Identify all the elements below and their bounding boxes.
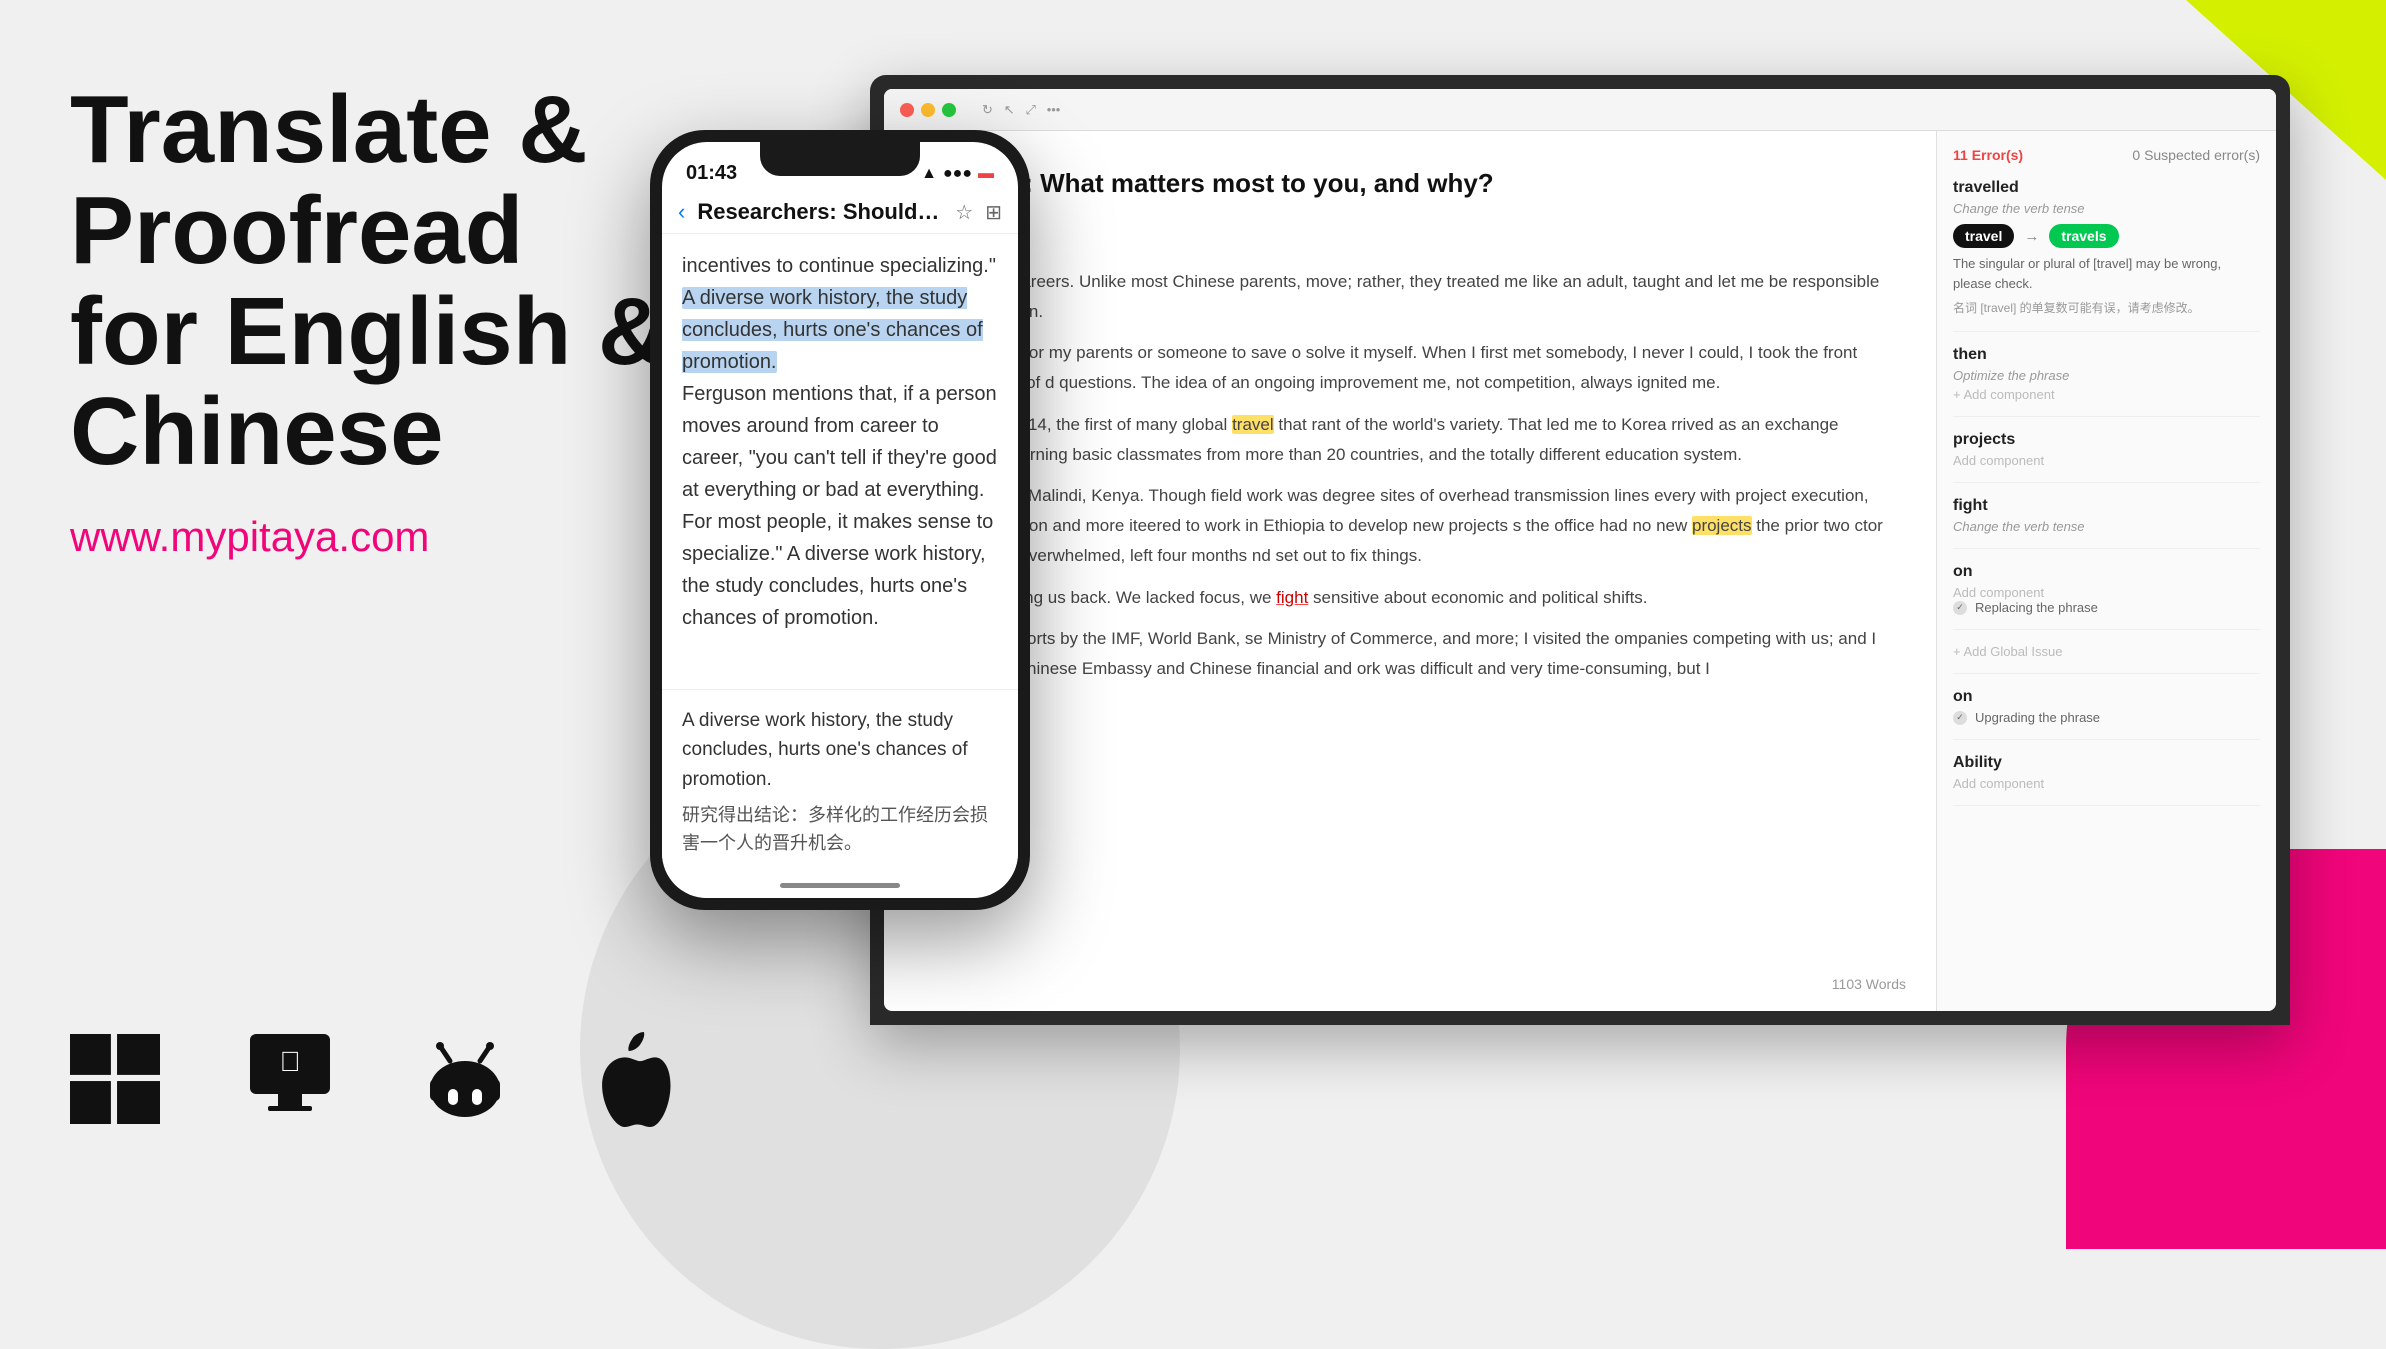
laptop-frame: ↻ ↖ ⤢ ••• Essay A: What matters most to … [870,75,2290,1025]
bookmark-icon[interactable]: ☆ [955,200,973,225]
sidebar-item-fight: fight Change the verb tense [1953,497,2260,549]
mac-desktop-icon:  [240,1029,340,1129]
sidebar-word-projects: projects [1953,431,2260,449]
back-icon[interactable]: ‹ [678,199,685,225]
suggestion-arrow: → [2024,228,2039,245]
wifi-icon: ▲ [921,165,937,183]
sidebar-label-upgrading: ✓ Upgrading the phrase [1953,710,2260,725]
error-count: 11 Error(s) [1953,147,2023,163]
essay-text-body: most to me. demanding careers. Unlike mo… [924,225,1896,684]
essay-para-2: demanding careers. Unlike most Chinese p… [924,267,1896,327]
phone-article-content: incentives to continue specializing." A … [662,234,1018,650]
phone-translation-english: A diverse work history, the study conclu… [682,706,998,794]
check-icon-2: ✓ [1953,711,1967,725]
sidebar-word-ability: Ability [1953,754,2260,772]
android-icon [420,1034,510,1124]
phone-translation-area: A diverse work history, the study conclu… [662,689,1018,898]
sidebar-item-then: then Optimize the phrase + Add component [1953,346,2260,417]
phone-article-highlighted: A diverse work history, the study conclu… [682,282,998,378]
signal-icon: ●●● [943,165,972,183]
sidebar-word-fight: fight [1953,497,2260,515]
sidebar-add-component-then[interactable]: + Add component [1953,387,2260,402]
sidebar-action-fight: Change the verb tense [1953,519,2260,534]
sidebar-add-component-on1[interactable]: Add component [1953,585,2260,600]
hero-content: Translate & Proofread for English & Chin… [70,80,690,561]
sidebar-item-ability: Ability Add component [1953,754,2260,806]
suspected-count: 0 Suspected error(s) [2132,147,2260,163]
sidebar-label-replacing: ✓ Replacing the phrase [1953,600,2260,615]
sidebar-note-travel: The singular or plural of [travel] may b… [1953,254,2260,293]
sidebar-action-travelled: Change the verb tense [1953,201,2260,216]
essay-area: Essay A: What matters most to you, and w… [884,131,1936,1011]
sidebar-action-then: Optimize the phrase [1953,368,2260,383]
phone-screen: 01:43 ▲ ●●● ▬ ‹ Researchers: Should Y...… [662,142,1018,898]
sidebar-word-on-1: on [1953,563,2260,581]
projects-highlight: projects [1692,516,1752,535]
check-icon-1: ✓ [1953,601,1967,615]
phone-nav-bar: ‹ Researchers: Should Y... ☆ ⊞ [662,191,1018,234]
sidebar-item-travelled: travelled Change the verb tense travel →… [1953,179,2260,332]
titlebar-close-dot[interactable] [900,103,914,117]
apple-icon [590,1032,675,1127]
suggestion-travel-corrected: travels [2049,224,2118,248]
titlebar-maximize-dot[interactable] [942,103,956,117]
essay-title: Essay A: What matters most to you, and w… [924,161,1896,205]
phone-home-indicator [780,883,900,888]
sidebar-note-travel-cn: 名词 [travel] 的单复数可能有误，请考虑修改。 [1953,299,2260,317]
desktop-mockup: ↻ ↖ ⤢ ••• Essay A: What matters most to … [870,75,2290,1025]
svg-text::  [280,1046,301,1077]
main-title: Translate & Proofread for English & Chin… [70,80,690,483]
phone-status-icons: ▲ ●●● ▬ [921,165,994,183]
phone-translation-chinese: 研究得出结论：多样化的工作经历会损害一个人的晋升机会。 [682,802,998,858]
travel-highlight: travel [1232,415,1274,434]
sidebar-add-component-ability[interactable]: Add component [1953,776,2260,791]
sidebar-item-projects: projects Add component [1953,431,2260,483]
sidebar-item-on-2: on ✓ Upgrading the phrase [1953,688,2260,740]
sidebar-item-on-1: on Add component ✓ Replacing the phrase [1953,563,2260,630]
sidebar-suggestion-travel: travel → travels [1953,224,2260,248]
titlebar-icons-row: ↻ ↖ ⤢ ••• [982,102,1060,118]
essay-para-3: ad of waiting for my parents or someone … [924,338,1896,398]
sidebar-word-travelled: travelled [1953,179,2260,197]
phone-notch [760,142,920,176]
essay-para-5: or CAMCE in Malindi, Kenya. Though field… [924,481,1896,570]
essay-para-1: most to me. [924,225,1896,255]
phone-frame: 01:43 ▲ ●●● ▬ ‹ Researchers: Should Y...… [650,130,1030,910]
menu-icon[interactable]: ⊞ [985,200,1002,225]
sidebar-word-then: then [1953,346,2260,364]
sidebar-word-on-2: on [1953,688,2260,706]
word-count: 1103 Words [1832,973,1906,997]
essay-para-7: ly reading reports by the IMF, World Ban… [924,624,1896,684]
titlebar-dots [900,103,956,117]
sidebar-add-component-projects[interactable]: Add component [1953,453,2260,468]
website-url[interactable]: www.mypitaya.com [70,513,690,561]
platform-icons-row:  [70,1029,675,1129]
fight-highlight: fight [1276,588,1308,607]
essay-para-4: g when I was 14, the first of many globa… [924,410,1896,470]
sidebar-header: 11 Error(s) 0 Suspected error(s) [1953,147,2260,163]
windows-icon [70,1034,160,1124]
laptop-screen: ↻ ↖ ⤢ ••• Essay A: What matters most to … [884,89,2276,1011]
phone-article-text-2: Ferguson mentions that, if a person move… [682,378,998,634]
proofreading-sidebar: 11 Error(s) 0 Suspected error(s) travell… [1936,131,2276,1011]
suggestion-travel-original: travel [1953,224,2014,248]
sidebar-add-global-issue[interactable]: + Add Global Issue [1953,644,2260,659]
phone-highlighted-text: A diverse work history, the study conclu… [682,287,983,373]
laptop-content-area: Essay A: What matters most to you, and w… [884,131,2276,1011]
phone-article-text-1: incentives to continue specializing." [682,250,998,282]
phone-nav-title: Researchers: Should Y... [697,199,943,225]
phone-mockup: 01:43 ▲ ●●● ▬ ‹ Researchers: Should Y...… [650,130,1030,910]
titlebar-minimize-dot[interactable] [921,103,935,117]
battery-icon: ▬ [978,165,994,183]
phone-time: 01:43 [686,162,737,185]
sidebar-item-global: + Add Global Issue [1953,644,2260,674]
laptop-titlebar: ↻ ↖ ⤢ ••• [884,89,2276,131]
essay-para-6: gs were holding us back. We lacked focus… [924,583,1896,613]
